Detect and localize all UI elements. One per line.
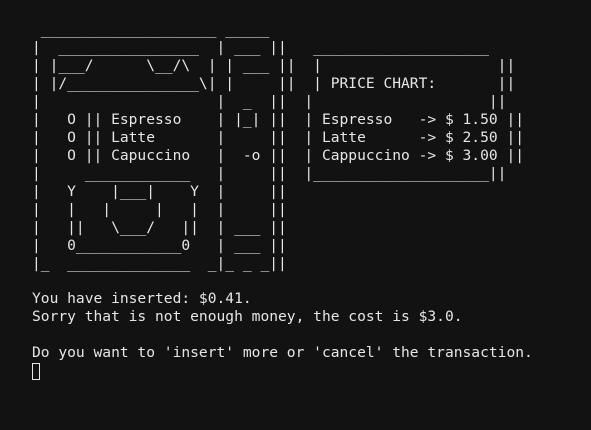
insufficient-funds-line: Sorry that is not enough money, the cost…: [32, 308, 463, 325]
coffee-machine-ascii-art: ____________________ _____ | ___________…: [32, 21, 525, 272]
terminal-window[interactable]: ____________________ _____ | ___________…: [0, 0, 591, 430]
inserted-amount-line: You have inserted: $0.41.: [32, 290, 252, 307]
prompt-line: Do you want to 'insert' more or 'cancel'…: [32, 344, 533, 361]
text-cursor[interactable]: [32, 363, 40, 380]
terminal-output: You have inserted: $0.41. Sorry that is …: [32, 290, 533, 380]
